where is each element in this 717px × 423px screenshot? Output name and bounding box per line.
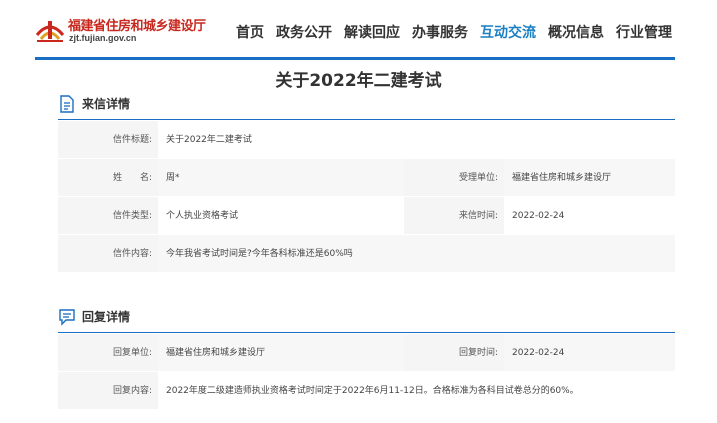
- letter-section-divider: [58, 119, 675, 120]
- reply-date-value: 2022-02-24: [504, 334, 675, 371]
- chat-icon: [59, 309, 75, 326]
- site-logo[interactable]: 福建省住房和城乡建设厅 zjt.fujian.gov.cn: [35, 13, 215, 47]
- reply-date-label: 回复时间:: [404, 334, 504, 371]
- nav-interpretation[interactable]: 解读回应: [344, 22, 400, 44]
- header-divider: [35, 57, 675, 60]
- content-value: 今年我省考试时间是?今年各科标准还是60%吗: [158, 235, 675, 272]
- table-row: 回复单位: 福建省住房和城乡建设厅 回复时间: 2022-02-24: [58, 334, 675, 372]
- name-label: 姓 名:: [58, 159, 158, 196]
- site-domain: zjt.fujian.gov.cn: [69, 33, 137, 43]
- unit-value: 福建省住房和城乡建设厅: [504, 159, 675, 196]
- table-row: 回复内容: 2022年度二级建造师执业资格考试时间定于2022年6月11-12日…: [58, 372, 675, 410]
- subject-label: 信件标题:: [58, 121, 158, 158]
- emblem-icon: [35, 21, 65, 42]
- letter-section-header: 来信详情: [58, 94, 675, 116]
- date-value: 2022-02-24: [504, 197, 675, 234]
- site-name: 福建省住房和城乡建设厅: [68, 19, 206, 34]
- nav-overview[interactable]: 概况信息: [548, 22, 604, 44]
- nav-home[interactable]: 首页: [236, 22, 264, 44]
- unit-label: 受理单位:: [404, 159, 504, 196]
- table-row: 信件类型: 个人执业资格考试 来信时间: 2022-02-24: [58, 197, 675, 235]
- letter-section-title: 来信详情: [82, 97, 131, 111]
- nav-gov-affairs[interactable]: 政务公开: [276, 22, 332, 44]
- nav-interaction[interactable]: 互动交流: [480, 22, 536, 44]
- type-value: 个人执业资格考试: [158, 197, 404, 234]
- subject-value: 关于2022年二建考试: [158, 121, 675, 158]
- nav-services[interactable]: 办事服务: [412, 22, 468, 44]
- document-icon: [60, 95, 74, 113]
- reply-unit-label: 回复单位:: [58, 334, 158, 371]
- reply-section-header: 回复详情: [58, 307, 675, 329]
- table-row: 姓 名: 周* 受理单位: 福建省住房和城乡建设厅: [58, 159, 675, 197]
- name-value: 周*: [158, 159, 404, 196]
- reply-section-divider: [58, 332, 675, 333]
- table-row: 信件内容: 今年我省考试时间是?今年各科标准还是60%吗: [58, 235, 675, 273]
- date-label: 来信时间:: [404, 197, 504, 234]
- reply-unit-value: 福建省住房和城乡建设厅: [158, 334, 404, 371]
- reply-content-value: 2022年度二级建造师执业资格考试时间定于2022年6月11-12日。合格标准为…: [158, 372, 675, 409]
- reply-table: 回复单位: 福建省住房和城乡建设厅 回复时间: 2022-02-24 回复内容:…: [58, 334, 675, 410]
- type-label: 信件类型:: [58, 197, 158, 234]
- letter-table: 信件标题: 关于2022年二建考试 姓 名: 周* 受理单位: 福建省住房和城乡…: [58, 121, 675, 273]
- site-header: 福建省住房和城乡建设厅 zjt.fujian.gov.cn 首页 政务公开 解读…: [0, 0, 717, 58]
- nav-industry[interactable]: 行业管理: [616, 22, 672, 44]
- reply-section-title: 回复详情: [82, 310, 131, 324]
- main-nav: 首页 政务公开 解读回应 办事服务 互动交流 概况信息 行业管理: [236, 22, 684, 44]
- reply-content-label: 回复内容:: [58, 372, 158, 409]
- content-label: 信件内容:: [58, 235, 158, 272]
- table-row: 信件标题: 关于2022年二建考试: [58, 121, 675, 159]
- page-title: 关于2022年二建考试: [275, 71, 442, 91]
